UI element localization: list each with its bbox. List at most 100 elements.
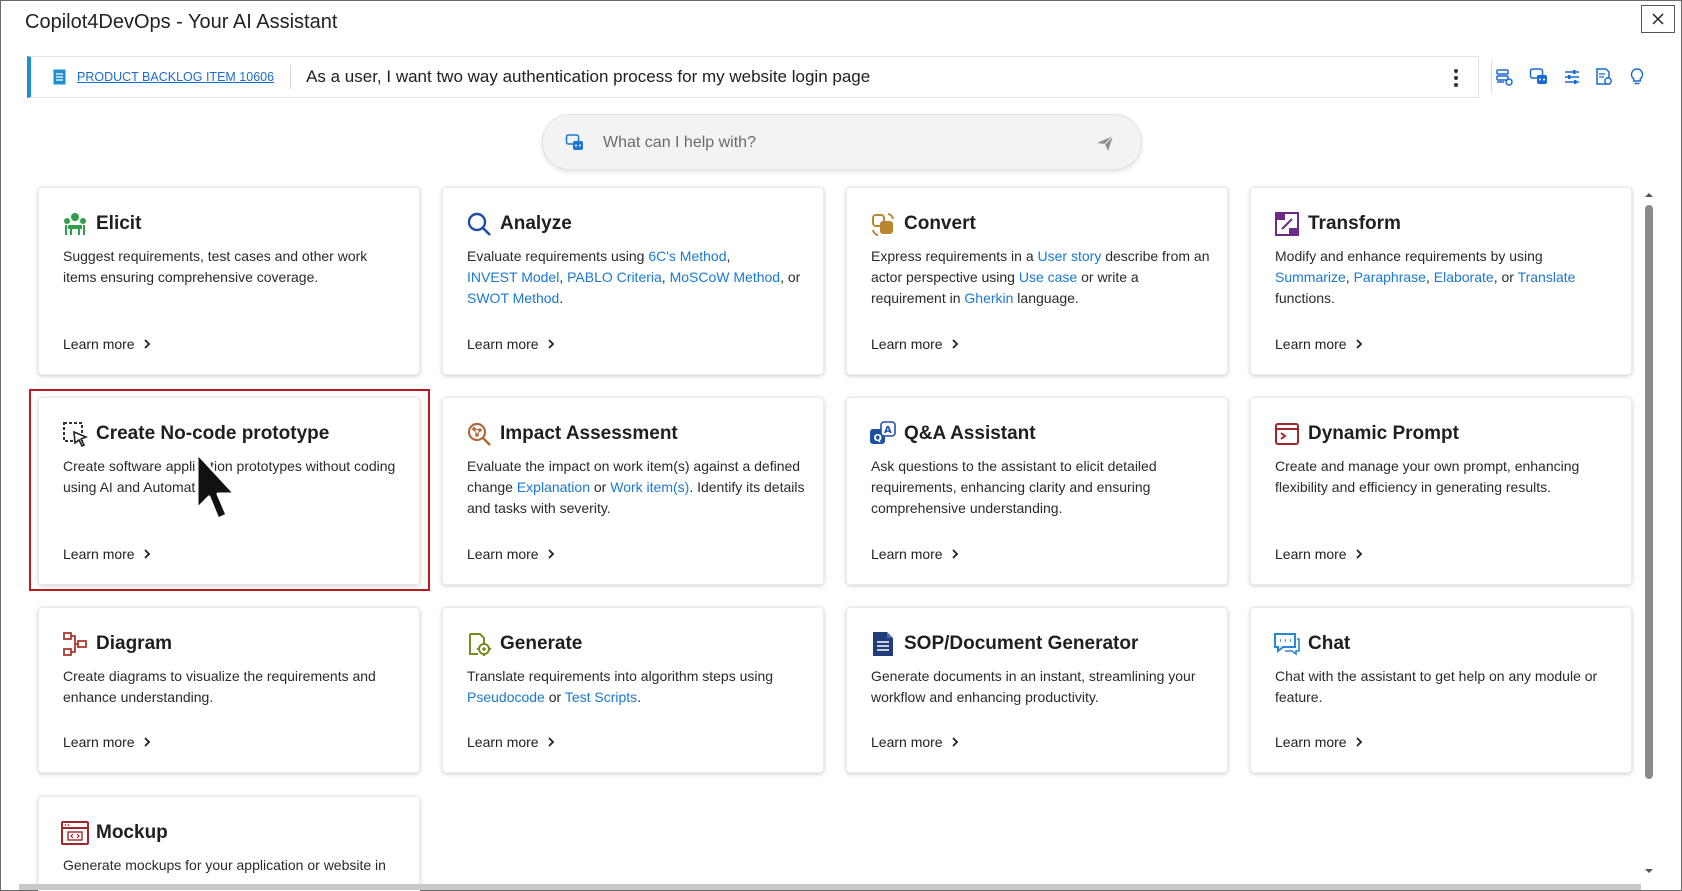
prompt-input[interactable] xyxy=(603,128,1053,158)
dynamic-prompt-icon xyxy=(1273,420,1301,448)
scroll-up-icon[interactable] xyxy=(1643,189,1655,201)
prompt-library-icon[interactable] xyxy=(1492,65,1516,89)
send-icon[interactable] xyxy=(1093,131,1117,155)
desc-text: or xyxy=(590,479,611,495)
use-case-link[interactable]: Use case xyxy=(1019,269,1077,285)
learn-more-label: Learn more xyxy=(1275,336,1347,352)
prompt-search-box xyxy=(542,114,1142,170)
chevron-right-icon xyxy=(1355,549,1362,559)
more-options-icon[interactable] xyxy=(1446,66,1466,90)
analyze-icon xyxy=(465,210,493,238)
divider xyxy=(290,65,292,89)
chat-icon xyxy=(1273,630,1301,658)
learn-more-label: Learn more xyxy=(63,734,135,750)
chevron-right-icon xyxy=(951,737,958,747)
card-description: Chat with the assistant to get help on a… xyxy=(1275,668,1598,705)
card-analyze[interactable]: Analyze Evaluate requirements using 6C's… xyxy=(442,187,824,375)
desc-text: Modify and enhance requirements by using xyxy=(1275,248,1543,264)
desc-text: functions. xyxy=(1275,290,1335,306)
desc-text: Translate requirements into algorithm st… xyxy=(467,668,774,684)
method-link[interactable]: INVEST Model xyxy=(467,269,559,285)
card-convert[interactable]: Convert Express requirements in a User s… xyxy=(846,187,1228,375)
card-impact-assessment[interactable]: Impact Assessment Evaluate the impact on… xyxy=(442,397,824,585)
backlog-item-icon xyxy=(51,68,67,86)
card-elicit[interactable]: Elicit Suggest requirements, test cases … xyxy=(38,187,420,375)
card-description: Express requirements in a User story des… xyxy=(871,246,1211,309)
horizontal-scrollbar[interactable] xyxy=(19,884,1641,890)
learn-more-link[interactable]: Learn more xyxy=(871,336,961,352)
diagram-icon xyxy=(61,630,89,658)
work-item-bar: PRODUCT BACKLOG ITEM 10606 As a user, I … xyxy=(27,56,1479,98)
user-story-link[interactable]: User story xyxy=(1038,248,1102,264)
document-icon xyxy=(869,630,897,658)
learn-more-link[interactable]: Learn more xyxy=(871,546,961,562)
chevron-right-icon xyxy=(547,549,554,559)
card-description: Ask questions to the assistant to elicit… xyxy=(871,458,1157,516)
summarize-link[interactable]: Summarize xyxy=(1275,269,1346,285)
qa-assistant-icon: QA xyxy=(869,420,897,448)
test-scripts-link[interactable]: Test Scripts xyxy=(565,689,637,705)
pseudocode-link[interactable]: Pseudocode xyxy=(467,689,545,705)
method-link[interactable]: 6C's Method xyxy=(648,248,726,264)
learn-more-link[interactable]: Learn more xyxy=(467,336,557,352)
lightbulb-icon[interactable] xyxy=(1625,65,1649,89)
learn-more-link[interactable]: Learn more xyxy=(1275,546,1365,562)
card-title: Diagram xyxy=(96,633,173,654)
method-link[interactable]: PABLO Criteria xyxy=(567,269,662,285)
desc-text: . xyxy=(559,290,564,306)
chevron-right-icon xyxy=(143,737,150,747)
desc-text: , xyxy=(1345,269,1354,285)
learn-more-link[interactable]: Learn more xyxy=(1275,734,1365,750)
card-description: Generate documents in an instant, stream… xyxy=(871,668,1196,705)
card-description: Create diagrams to visualize the require… xyxy=(63,668,376,705)
card-chat[interactable]: Chat Chat with the assistant to get help… xyxy=(1250,607,1632,773)
settings-sliders-icon[interactable] xyxy=(1560,65,1584,89)
explanation-link[interactable]: Explanation xyxy=(517,479,590,495)
card-title: Convert xyxy=(904,213,976,234)
learn-more-label: Learn more xyxy=(871,546,943,562)
learn-more-link[interactable]: Learn more xyxy=(467,734,557,750)
desc-text: , or xyxy=(780,269,801,285)
card-title: Generate xyxy=(500,633,583,654)
learn-more-link[interactable]: Learn more xyxy=(871,734,961,750)
scroll-down-icon[interactable] xyxy=(1643,865,1655,877)
card-title: Chat xyxy=(1308,633,1351,654)
method-link[interactable]: SWOT Method xyxy=(467,290,559,306)
desc-text: Evaluate requirements using xyxy=(467,248,649,264)
card-mockup[interactable]: Mockup Generate mockups for your applica… xyxy=(38,796,420,891)
close-button[interactable] xyxy=(1641,5,1675,33)
paraphrase-link[interactable]: Paraphrase xyxy=(1354,269,1426,285)
learn-more-link[interactable]: Learn more xyxy=(63,336,153,352)
mockup-icon xyxy=(61,819,89,847)
learn-more-link[interactable]: Learn more xyxy=(1275,336,1365,352)
chevron-right-icon xyxy=(547,737,554,747)
vertical-scrollbar-thumb[interactable] xyxy=(1645,205,1653,779)
desc-text: , xyxy=(726,248,731,264)
card-sop-document-generator[interactable]: SOP/Document Generator Generate document… xyxy=(846,607,1228,773)
gherkin-link[interactable]: Gherkin xyxy=(964,290,1013,306)
elaborate-link[interactable]: Elaborate xyxy=(1434,269,1494,285)
document-settings-icon[interactable] xyxy=(1592,65,1616,89)
close-icon xyxy=(1652,13,1664,25)
card-qa-assistant[interactable]: QA Q&A Assistant Ask questions to the as… xyxy=(846,397,1228,585)
card-diagram[interactable]: Diagram Create diagrams to visualize the… xyxy=(38,607,420,773)
work-item-link[interactable]: PRODUCT BACKLOG ITEM 10606 xyxy=(77,70,274,84)
chevron-right-icon xyxy=(1355,737,1362,747)
translate-link[interactable]: Translate xyxy=(1518,269,1576,285)
work-items-link[interactable]: Work item(s) xyxy=(610,479,689,495)
card-dynamic-prompt[interactable]: Dynamic Prompt Create and manage your ow… xyxy=(1250,397,1632,585)
card-description: Translate requirements into algorithm st… xyxy=(467,666,807,708)
card-generate[interactable]: Generate Translate requirements into alg… xyxy=(442,607,824,773)
card-title: Impact Assessment xyxy=(500,423,678,444)
card-transform[interactable]: Transform Modify and enhance requirement… xyxy=(1250,187,1632,375)
method-link[interactable]: MoSCoW Method xyxy=(670,269,780,285)
card-description: Suggest requirements, test cases and oth… xyxy=(63,248,368,285)
window-title: Copilot4DevOps - Your AI Assistant xyxy=(25,11,338,33)
learn-more-link[interactable]: Learn more xyxy=(63,734,153,750)
learn-more-link[interactable]: Learn more xyxy=(467,546,557,562)
desc-text: language. xyxy=(1013,290,1079,306)
chat-assistant-icon[interactable] xyxy=(1527,65,1551,89)
work-item-title: As a user, I want two way authentication… xyxy=(306,67,871,86)
generate-icon xyxy=(465,630,493,658)
card-title: Transform xyxy=(1308,213,1401,234)
